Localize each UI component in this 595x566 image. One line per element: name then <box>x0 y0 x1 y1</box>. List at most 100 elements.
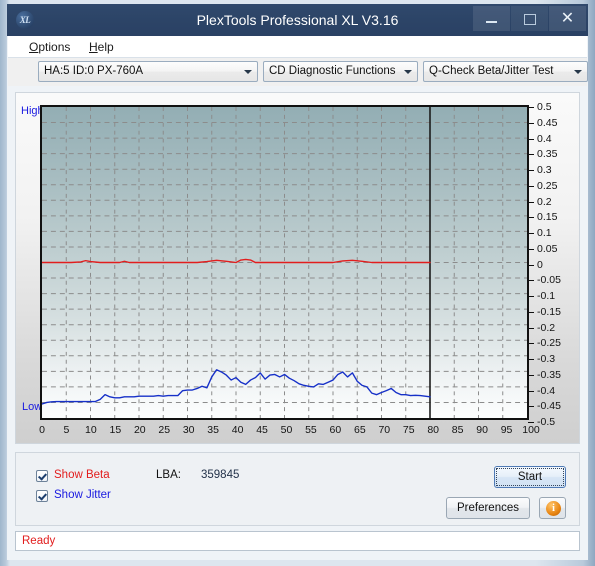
y-tick-label: 0.2 <box>537 195 552 208</box>
y-tick-label: 0.3 <box>537 164 552 176</box>
y-tick-mark <box>528 201 534 203</box>
x-axis: 0 5 10 15 20 25 30 35 40 45 50 55 60 65 70 75 80 85 90 95 10… <box>39 424 540 444</box>
start-button[interactable]: Start <box>494 466 566 488</box>
y-axis: 0.5 0.45 0.4 0.35 0.3 0.25 0.2 0.15 0.1 0.05 0 -0.0… <box>528 101 580 428</box>
plot-area[interactable] <box>40 105 529 420</box>
y-tick-mark <box>528 248 534 250</box>
application-window: XL PlexTools Professional XL V3.16 ✕ Opt… <box>0 0 595 566</box>
y-tick-mark <box>528 138 534 140</box>
menu-bar: Options Help <box>8 36 587 58</box>
x-tick-label: 50 <box>280 424 293 436</box>
lba-value: 359845 <box>201 469 240 481</box>
y-tick-mark <box>528 359 534 360</box>
y-tick-mark <box>528 296 534 297</box>
x-tick-label: 100 <box>522 424 540 436</box>
x-tick-label: 85 <box>451 424 464 436</box>
x-tick-label: 55 <box>305 424 317 436</box>
show-beta-label: Show Beta <box>54 469 110 481</box>
y-tick-mark <box>528 374 534 376</box>
y-tick-label: -0.45 <box>537 400 561 413</box>
options-panel: Show Beta Show Jitter LBA: 359845 Start … <box>15 452 580 526</box>
y-tick-mark <box>528 233 534 234</box>
chart-panel: High Low 0.5 0.45 0.4 0.35 0.3 0.25 0.2 0.15 0.1… <box>15 92 580 444</box>
chevron-down-icon <box>574 70 582 74</box>
x-tick-label: 45 <box>256 424 268 436</box>
minimize-button[interactable] <box>473 6 510 31</box>
drive-select[interactable]: HA:5 ID:0 PX-760A <box>38 61 258 82</box>
x-tick-label: 65 <box>354 424 366 436</box>
x-tick-label: 75 <box>402 424 415 436</box>
y-tick-mark <box>528 154 534 156</box>
menu-item-options[interactable]: Options <box>24 39 75 55</box>
menu-item-help[interactable]: Help <box>84 39 119 55</box>
y-tick-mark <box>528 280 534 282</box>
x-tick-label: 90 <box>476 424 488 436</box>
y-tick-label: 0.25 <box>537 179 558 192</box>
y-tick-label: -0.3 <box>537 353 556 365</box>
y-tick-label: 0.05 <box>537 242 558 255</box>
y-tick-label: 0.15 <box>537 211 558 224</box>
close-icon: ✕ <box>560 10 575 27</box>
function-select-value: CD Diagnostic Functions <box>269 65 396 77</box>
y-tick-mark <box>528 343 534 345</box>
x-tick-label: 30 <box>182 424 195 436</box>
preferences-button[interactable]: Preferences <box>446 497 530 519</box>
show-jitter-label: Show Jitter <box>54 489 111 501</box>
function-select[interactable]: CD Diagnostic Functions <box>263 61 418 82</box>
y-tick-mark <box>528 170 534 171</box>
y-tick-label: -0.35 <box>537 368 561 381</box>
chevron-down-icon <box>404 70 412 74</box>
maximize-button[interactable] <box>511 6 548 31</box>
y-tick-mark <box>528 107 534 108</box>
checkbox-icon <box>36 490 48 502</box>
y-tick-mark <box>528 390 534 392</box>
y-tick-mark <box>528 311 534 313</box>
x-tick-label: 35 <box>207 424 219 436</box>
y-tick-label: -0.15 <box>537 305 561 318</box>
test-select-value: Q-Check Beta/Jitter Test <box>429 65 554 77</box>
y-tick-label: 0.35 <box>537 148 558 161</box>
drive-select-value: HA:5 ID:0 PX-760A <box>44 65 144 77</box>
minimize-icon <box>486 21 497 23</box>
menu-item-options-label: ptions <box>38 40 71 54</box>
y-tick-label: 0 <box>537 258 543 271</box>
preferences-button-label: Preferences <box>456 502 519 514</box>
info-button[interactable]: i <box>539 497 566 519</box>
y-tick-mark <box>528 217 534 219</box>
y-tick-label: 0.5 <box>537 101 552 113</box>
x-tick-label: 60 <box>329 424 342 436</box>
test-select[interactable]: Q-Check Beta/Jitter Test <box>423 61 588 82</box>
y-tick-label: -0.25 <box>537 337 561 350</box>
y-tick-mark <box>528 264 534 266</box>
y-tick-label: 0.4 <box>537 132 552 145</box>
y-tick-label: -0.2 <box>537 321 556 334</box>
x-tick-label: 95 <box>500 424 513 436</box>
y-tick-label: 0.45 <box>537 116 558 129</box>
y-tick-label: 0.1 <box>537 227 552 239</box>
chevron-down-icon <box>244 70 252 74</box>
x-tick-label: 80 <box>427 424 440 436</box>
y-tick-mark <box>528 327 534 329</box>
x-tick-label: 40 <box>231 424 244 436</box>
x-tick-label: 20 <box>133 424 146 436</box>
y-tick-mark <box>528 422 534 423</box>
y-tick-label: -0.1 <box>537 290 556 302</box>
x-tick-label: 15 <box>109 424 122 436</box>
window-controls: ✕ <box>473 6 586 31</box>
plot-svg <box>42 107 527 418</box>
x-tick-label: 10 <box>85 424 97 436</box>
y-tick-label: -0.4 <box>537 384 556 397</box>
x-tick-label: 5 <box>63 424 70 436</box>
checkbox-icon <box>36 470 48 482</box>
x-tick-label: 70 <box>378 424 391 436</box>
status-bar: Ready <box>15 531 580 551</box>
x-tick-label: 25 <box>158 424 171 436</box>
close-button[interactable]: ✕ <box>549 6 586 31</box>
y-tick-mark <box>528 122 534 124</box>
info-icon: i <box>546 501 561 516</box>
y-tick-mark <box>528 185 534 187</box>
title-bar: XL PlexTools Professional XL V3.16 ✕ <box>7 4 588 36</box>
lba-label: LBA: <box>156 469 181 481</box>
y-tick-mark <box>528 406 534 408</box>
selector-toolbar: HA:5 ID:0 PX-760A CD Diagnostic Function… <box>8 58 588 86</box>
